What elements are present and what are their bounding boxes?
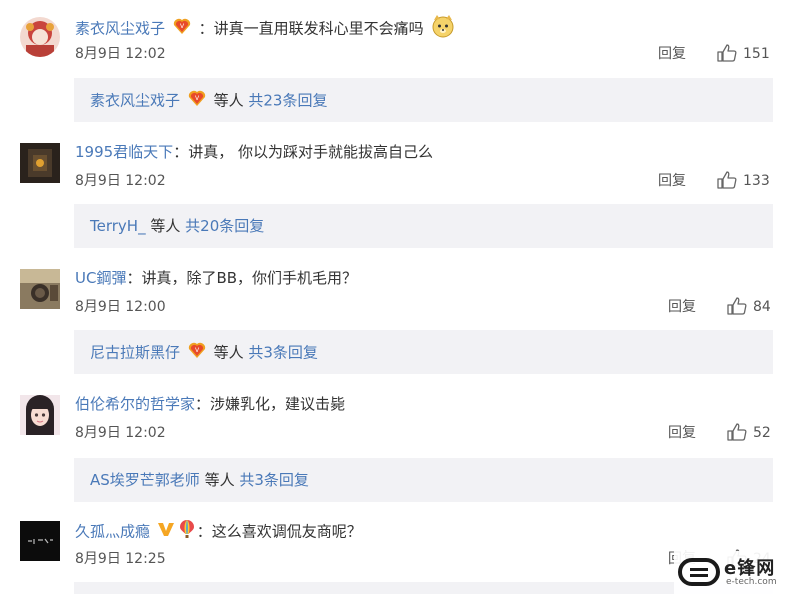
avatar[interactable] [20,17,60,57]
like-button[interactable]: 84 [727,297,771,317]
comment-text: ：这么喜欢调侃友商呢？ [196,522,362,541]
view-replies-link[interactable]: 共3条回复 [239,471,309,489]
username-link[interactable]: UC鋼彈 [75,269,126,287]
reply-button[interactable]: 回复 [668,297,696,317]
etech-logo-icon [678,558,720,586]
reply-summary-text: 等人 [213,343,244,362]
comment-text: ：讲真，除了BB，你们手机毛用？ [126,269,358,287]
reply-summary[interactable]: AS埃罗芒郭老师 等人 共3条回复 [74,458,773,502]
username-link[interactable]: 1995君临天下 [75,143,173,161]
watermark-url: e-tech.com [726,577,777,587]
view-replies-link[interactable]: 共23条回复 [248,92,327,110]
like-button[interactable]: 52 [727,423,771,443]
avatar[interactable] [20,395,60,435]
like-button[interactable]: 133 [717,171,770,191]
comment-time: 8月9日 12:00 [75,299,166,315]
view-replies-link[interactable]: 共20条回复 [185,217,264,235]
thumbs-up-icon [727,297,747,315]
like-count: 133 [743,173,770,189]
hot-air-balloon-icon [179,519,195,545]
comment-text: ：讲真一直用联发科心里不会痛吗 [198,19,424,38]
comment-text: ：讲真， 你以为踩对手就能拔高自己么 [173,143,433,161]
view-replies-link[interactable]: 共3条回复 [248,344,318,362]
vip-badge-icon: V [172,17,192,41]
comment-text: ：涉嫌乳化，建议击毙 [195,395,346,413]
reply-summary[interactable]: TerryH_ 等人 共20条回复 [74,204,773,248]
comment-time: 8月9日 12:02 [75,46,166,62]
like-button[interactable]: 151 [717,44,770,64]
reply-user-link[interactable]: AS埃罗芒郭老师 [90,471,200,489]
avatar[interactable] [20,269,60,309]
vip-badge-icon: V [187,341,207,365]
reply-button[interactable]: 回复 [668,423,696,443]
comment-time: 8月9日 12:02 [75,425,166,441]
comment-time: 8月9日 12:02 [75,173,166,189]
avatar[interactable] [20,143,60,183]
thumbs-up-icon [717,44,737,62]
reply-summary-text: 等人 [204,471,235,489]
verified-v-icon [157,521,175,543]
doge-emoji-icon [431,14,455,44]
watermark: e锋网 e-tech.com [674,551,800,594]
vip-badge-icon: V [187,89,207,113]
reply-user-link[interactable]: 尼古拉斯黑仔 [90,344,180,362]
comment-time: 8月9日 12:25 [75,551,166,567]
like-count: 151 [743,46,770,62]
reply-user-link[interactable]: TerryH_ [90,217,146,235]
like-count: 52 [753,425,771,441]
reply-summary-text: 等人 [213,91,244,110]
username-link[interactable]: 伯伦希尔的哲学家 [75,395,195,413]
thumbs-up-icon [727,423,747,441]
reply-summary[interactable] [74,582,773,594]
reply-summary-text: 等人 [150,217,181,235]
avatar[interactable] [20,521,60,561]
like-count: 84 [753,299,771,315]
reply-button[interactable]: 回复 [658,171,686,191]
username-link[interactable]: 久孤灬成瘾 [75,523,150,541]
reply-user-link[interactable]: 素衣风尘戏子 [90,92,180,110]
reply-button[interactable]: 回复 [658,44,686,64]
thumbs-up-icon [717,171,737,189]
reply-summary[interactable]: 素衣风尘戏子 V 等人 共23条回复 [74,78,773,122]
username-link[interactable]: 素衣风尘戏子 [75,20,165,38]
reply-summary[interactable]: 尼古拉斯黑仔 V 等人 共3条回复 [74,330,773,374]
